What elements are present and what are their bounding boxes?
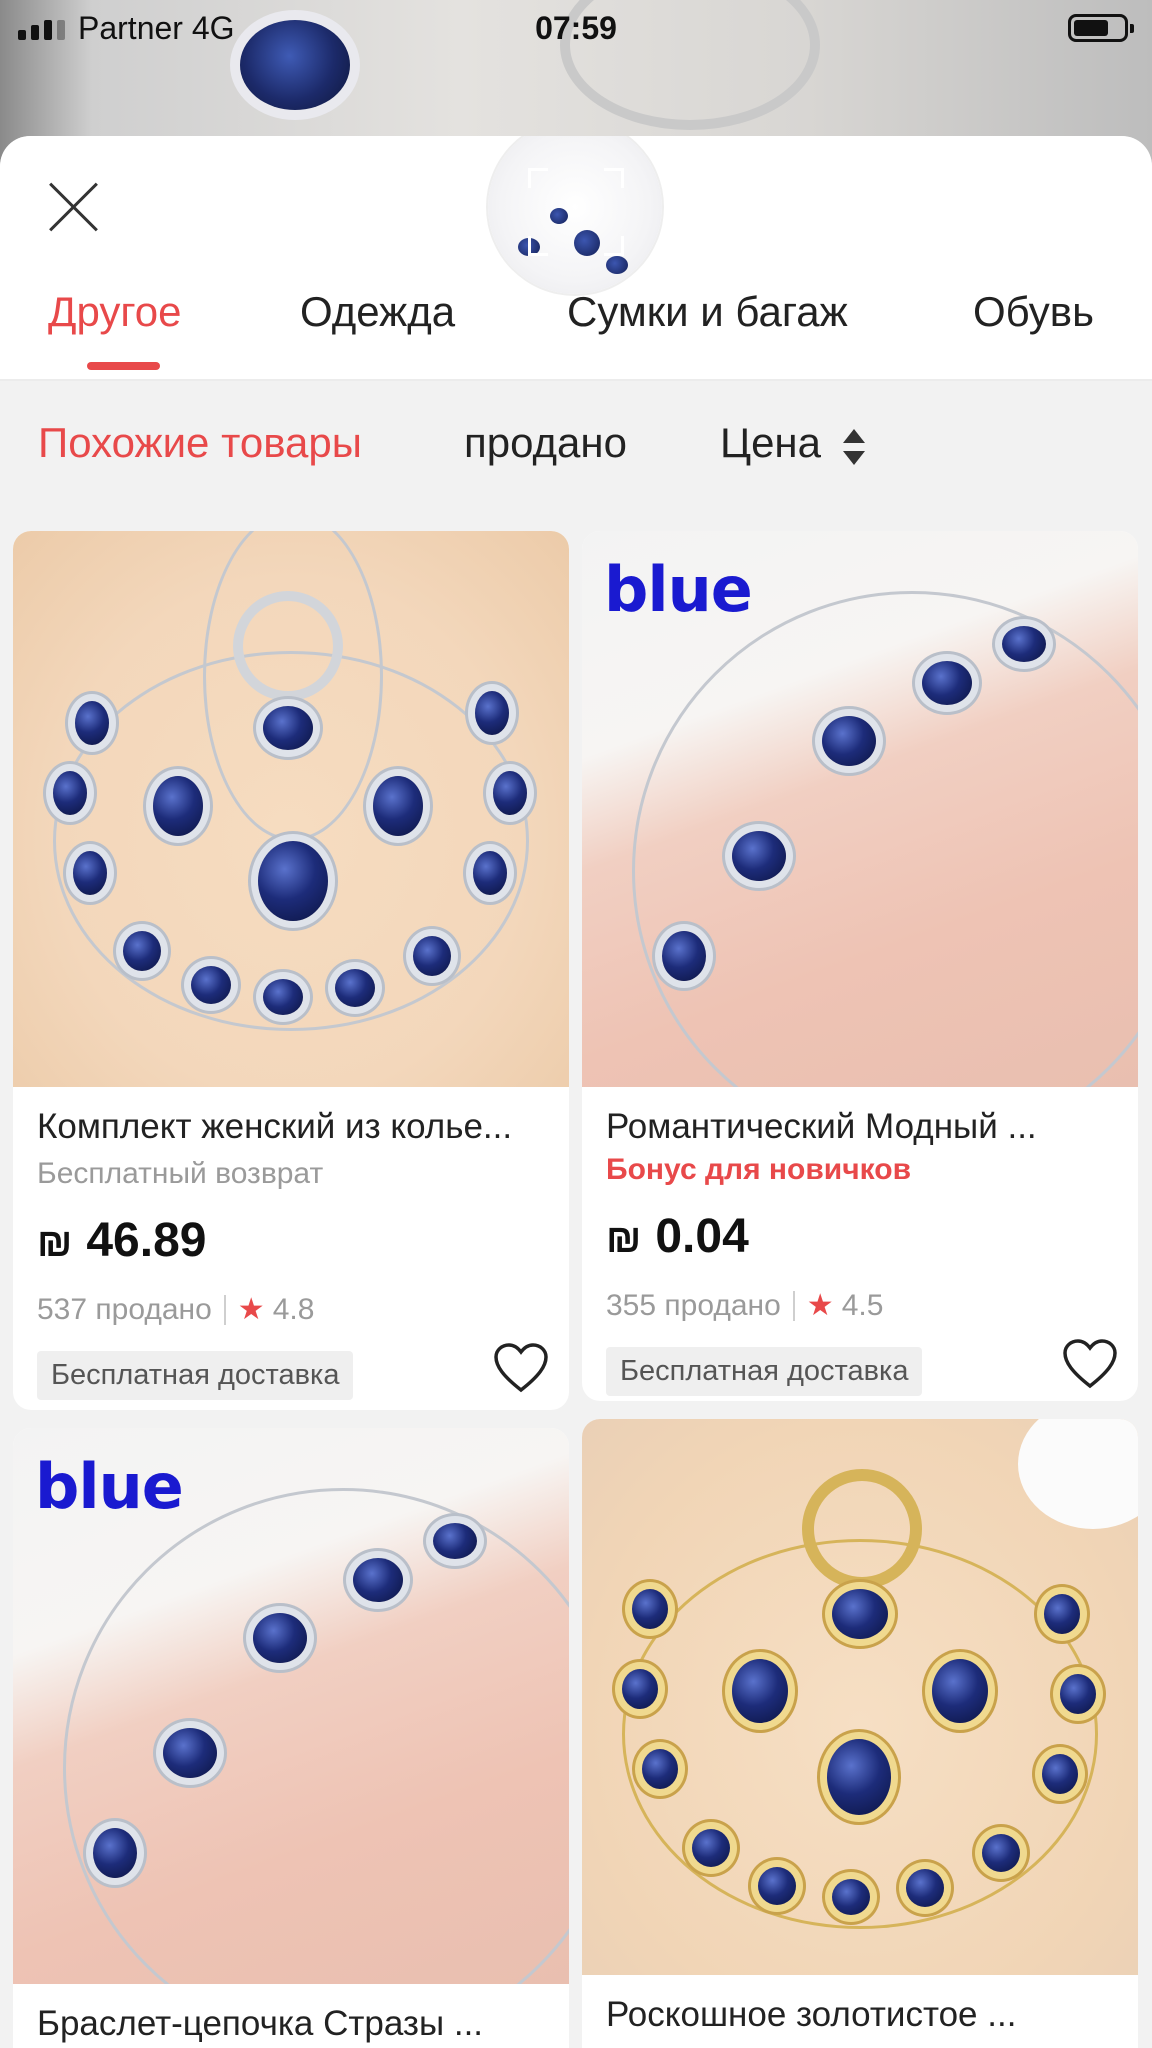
rating-value: 4.8 <box>272 1292 315 1326</box>
battery-icon <box>1068 14 1134 42</box>
similar-products-sheet: Другое Одежда Сумки и багаж Обувь Похожи… <box>0 136 1152 2048</box>
clock: 07:59 <box>535 10 617 46</box>
active-tab-indicator <box>87 362 160 370</box>
search-image-thumbnail[interactable] <box>488 136 662 294</box>
free-shipping-badge: Бесплатная доставка <box>37 1351 354 1400</box>
product-image[interactable]: blue <box>582 531 1138 1087</box>
product-card[interactable]: blue Браслет-цепочка Стразы ... <box>13 1428 569 2048</box>
star-icon: ★ <box>806 1289 834 1322</box>
free-return-badge: Бесплатный возврат <box>37 1157 324 1190</box>
crop-frame-icon <box>528 168 624 256</box>
currency-symbol: ₪ <box>606 1217 642 1261</box>
product-title[interactable]: Браслет-цепочка Стразы ... <box>37 2004 545 2044</box>
sheet-header: Другое Одежда Сумки и багаж Обувь <box>0 136 1152 381</box>
image-color-label: blue <box>604 553 753 626</box>
product-card[interactable]: blue Романтический Модный ... Бонус для … <box>582 531 1138 1401</box>
currency-symbol: ₪ <box>37 1221 73 1265</box>
tab-clothing[interactable]: Одежда <box>300 288 455 336</box>
tab-shoes[interactable]: Обувь <box>973 288 1094 336</box>
image-color-label: blue <box>35 1450 184 1523</box>
product-stats: 537 продано ★ 4.8 <box>37 1292 545 1327</box>
product-title[interactable]: Комплект женский из колье... <box>37 1107 545 1147</box>
sort-similar[interactable]: Похожие товары <box>38 419 362 467</box>
star-icon: ★ <box>237 1293 265 1326</box>
product-info: Браслет-цепочка Стразы ... <box>13 1984 569 2044</box>
product-price: ₪ 46.89 <box>37 1213 545 1268</box>
product-info: Романтический Модный ... Бонус для нович… <box>582 1087 1138 1396</box>
product-info: Роскошное золотистое ... <box>582 1975 1138 2035</box>
product-title[interactable]: Роскошное золотистое ... <box>606 1995 1114 2035</box>
sort-arrows-icon[interactable] <box>843 429 865 465</box>
price-value: 0.04 <box>655 1210 749 1263</box>
product-card[interactable]: Комплект женский из колье... Бесплатный … <box>13 531 569 1410</box>
sold-count: 537 продано <box>37 1292 212 1326</box>
price-value: 46.89 <box>86 1214 207 1267</box>
product-image[interactable] <box>13 531 569 1087</box>
product-image[interactable]: blue <box>13 1428 569 1984</box>
stats-divider <box>223 1294 226 1325</box>
product-stats: 355 продано ★ 4.5 <box>606 1288 1114 1323</box>
close-icon[interactable] <box>44 178 104 238</box>
sort-price[interactable]: Цена <box>720 419 821 467</box>
sold-count: 355 продано <box>606 1288 781 1322</box>
product-price: ₪ 0.04 <box>606 1209 1114 1264</box>
product-image[interactable] <box>582 1419 1138 1975</box>
product-card[interactable]: Роскошное золотистое ... <box>582 1419 1138 2048</box>
free-shipping-badge: Бесплатная доставка <box>606 1347 923 1396</box>
status-bar: Partner 4G 07:59 <box>0 0 1152 58</box>
heart-icon[interactable] <box>493 1342 549 1394</box>
sort-sold[interactable]: продано <box>464 419 627 467</box>
stats-divider <box>792 1290 795 1321</box>
product-info: Комплект женский из колье... Бесплатный … <box>13 1087 569 1400</box>
tab-bags-luggage[interactable]: Сумки и багаж <box>567 288 848 336</box>
rating-value: 4.5 <box>841 1288 884 1322</box>
tab-other[interactable]: Другое <box>48 288 181 336</box>
newcomer-bonus-badge: Бонус для новичков <box>606 1153 912 1186</box>
heart-icon[interactable] <box>1062 1338 1118 1390</box>
sort-bar: Похожие товары продано Цена <box>0 381 1152 501</box>
product-title[interactable]: Романтический Модный ... <box>606 1107 1114 1147</box>
